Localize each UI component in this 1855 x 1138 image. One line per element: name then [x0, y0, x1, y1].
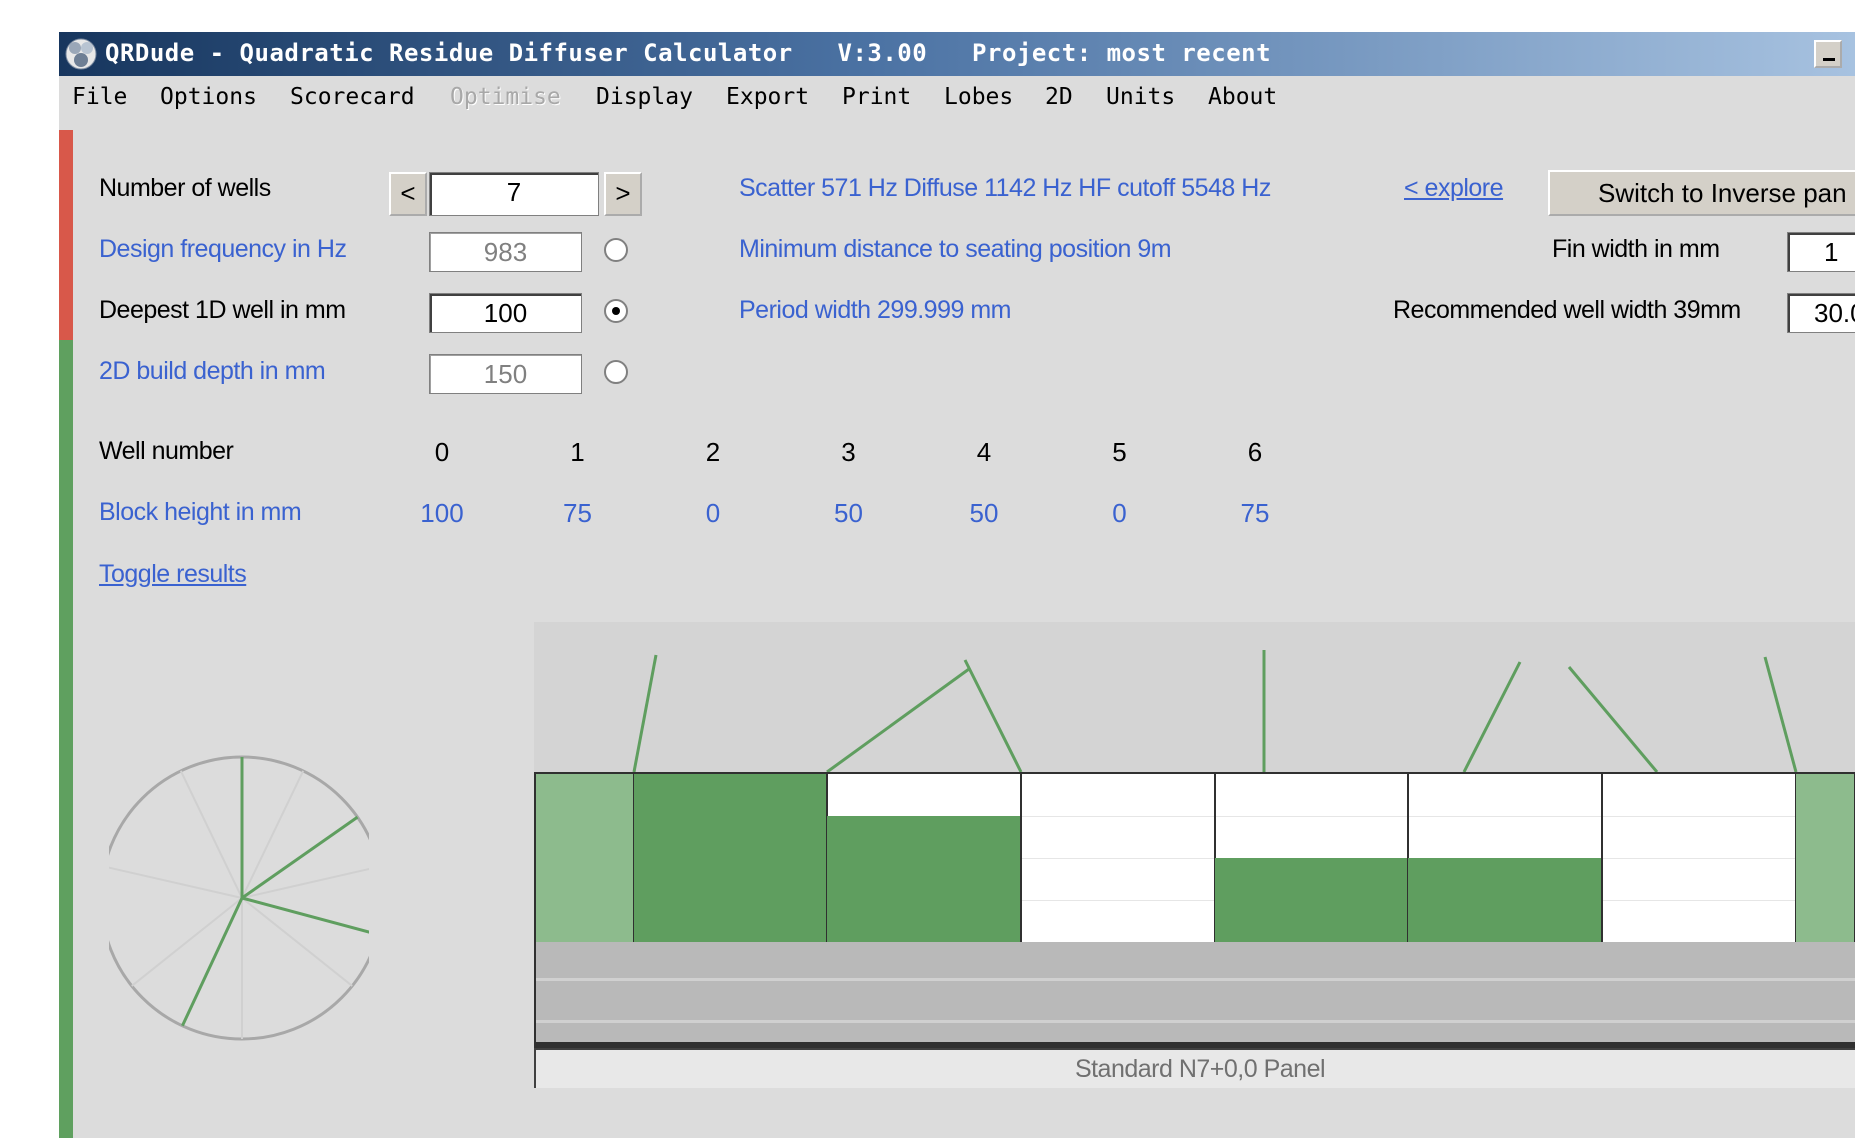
menu-optimise: Optimise [450, 84, 561, 110]
recommended-width-label: Recommended well width 39mm [1393, 296, 1741, 324]
build-depth-input[interactable]: 150 [429, 354, 582, 394]
menu-bar: File Options Scorecard Optimise Display … [59, 76, 1855, 118]
design-frequency-label: Design frequency in Hz [99, 235, 347, 263]
wheel-spoke-faint [179, 770, 243, 899]
build-depth-radio[interactable] [604, 360, 628, 384]
explore-link[interactable]: < explore [1404, 174, 1504, 203]
well-block [634, 774, 827, 942]
well-fin [1020, 774, 1022, 942]
wheel-spoke-faint [109, 866, 243, 899]
well-block [827, 816, 1021, 942]
menu-units[interactable]: Units [1106, 84, 1175, 110]
base-plate [534, 942, 1855, 1048]
block-height-2: 0 [705, 498, 721, 528]
wells-next-button[interactable]: > [604, 172, 642, 216]
base-line-1 [534, 978, 1855, 981]
menu-scorecard[interactable]: Scorecard [290, 84, 415, 110]
well-number-0: 0 [434, 437, 450, 467]
residue-wheel [109, 755, 369, 1041]
wheel-spoke-faint [241, 897, 353, 987]
block-height-1: 75 [563, 498, 592, 528]
block-height-3: 50 [834, 498, 863, 528]
radio-selected-dot [612, 307, 620, 315]
frequency-info: Scatter 571 Hz Diffuse 1142 Hz HF cutoff… [739, 174, 1271, 202]
fin-width-label: Fin width in mm [1552, 235, 1720, 263]
menu-file[interactable]: File [72, 84, 127, 110]
wheel-spoke [241, 896, 369, 934]
well-width-input[interactable]: 30.0 [1787, 293, 1855, 333]
panel-name-label: Standard N7+0,0 Panel [534, 1048, 1855, 1088]
reflection-area [534, 622, 1855, 772]
diffuser-top-edge [534, 772, 1855, 774]
well-block [1215, 858, 1408, 942]
menu-options[interactable]: Options [160, 84, 257, 110]
block-height-6: 75 [1240, 498, 1270, 528]
switch-inverse-button[interactable]: Switch to Inverse pan [1548, 170, 1855, 216]
wells-input[interactable]: 7 [429, 172, 599, 216]
toggle-results-link[interactable]: Toggle results [99, 560, 247, 589]
menu-display[interactable]: Display [596, 84, 693, 110]
menu-print[interactable]: Print [842, 84, 911, 110]
status-stripe-red [59, 130, 73, 340]
well-number-4: 4 [976, 437, 992, 467]
minimize-button[interactable] [1814, 40, 1842, 68]
well-number-2: 2 [705, 437, 721, 467]
well-number-1: 1 [570, 437, 585, 467]
deepest-well-radio[interactable] [604, 299, 628, 323]
wells-prev-button[interactable]: < [389, 172, 427, 216]
well-number-3: 3 [841, 437, 856, 467]
deepest-well-label: Deepest 1D well in mm [99, 296, 346, 324]
wheel-spoke-faint [131, 897, 243, 987]
well-number-label: Well number [99, 437, 234, 465]
minimize-icon [1823, 58, 1835, 61]
menu-export[interactable]: Export [726, 84, 809, 110]
wheel-spoke [241, 815, 359, 900]
min-distance-info: Minimum distance to seating position 9m [739, 235, 1172, 263]
block-height-0: 100 [420, 498, 464, 528]
well-number-6: 6 [1247, 437, 1263, 467]
menu-2d[interactable]: 2D [1045, 84, 1073, 110]
wheel-spoke [181, 897, 244, 1027]
period-width-info: Period width 299.999 mm [739, 296, 1011, 324]
well-fin [1601, 774, 1603, 942]
wheel-spoke-faint [241, 770, 305, 899]
app-window: QRDude - Quadratic Residue Diffuser Calc… [59, 32, 1855, 1138]
status-stripe-green [59, 340, 73, 1138]
well-block [1796, 774, 1855, 942]
well-number-5: 5 [1112, 437, 1127, 467]
deepest-well-input[interactable]: 100 [429, 293, 582, 333]
well-block [1408, 858, 1602, 942]
base-line-2 [534, 1020, 1855, 1023]
well-block [534, 774, 634, 942]
build-depth-label: 2D build depth in mm [99, 357, 326, 385]
menu-lobes[interactable]: Lobes [944, 84, 1013, 110]
fin-width-input[interactable]: 1 [1787, 232, 1855, 272]
window-title: QRDude - Quadratic Residue Diffuser Calc… [105, 39, 1272, 67]
wheel-spoke-faint [241, 867, 369, 899]
design-frequency-radio[interactable] [604, 238, 628, 262]
block-height-label: Block height in mm [99, 498, 302, 526]
diffuser-section [534, 622, 1855, 1048]
title-bar: QRDude - Quadratic Residue Diffuser Calc… [59, 32, 1855, 76]
wells-label: Number of wells [99, 174, 271, 202]
design-frequency-input[interactable]: 983 [429, 232, 582, 272]
app-logo-icon [65, 38, 97, 70]
block-height-4: 50 [969, 498, 999, 528]
block-height-5: 0 [1112, 498, 1127, 528]
diffuser-left-edge [534, 772, 536, 1048]
menu-about[interactable]: About [1208, 84, 1277, 110]
